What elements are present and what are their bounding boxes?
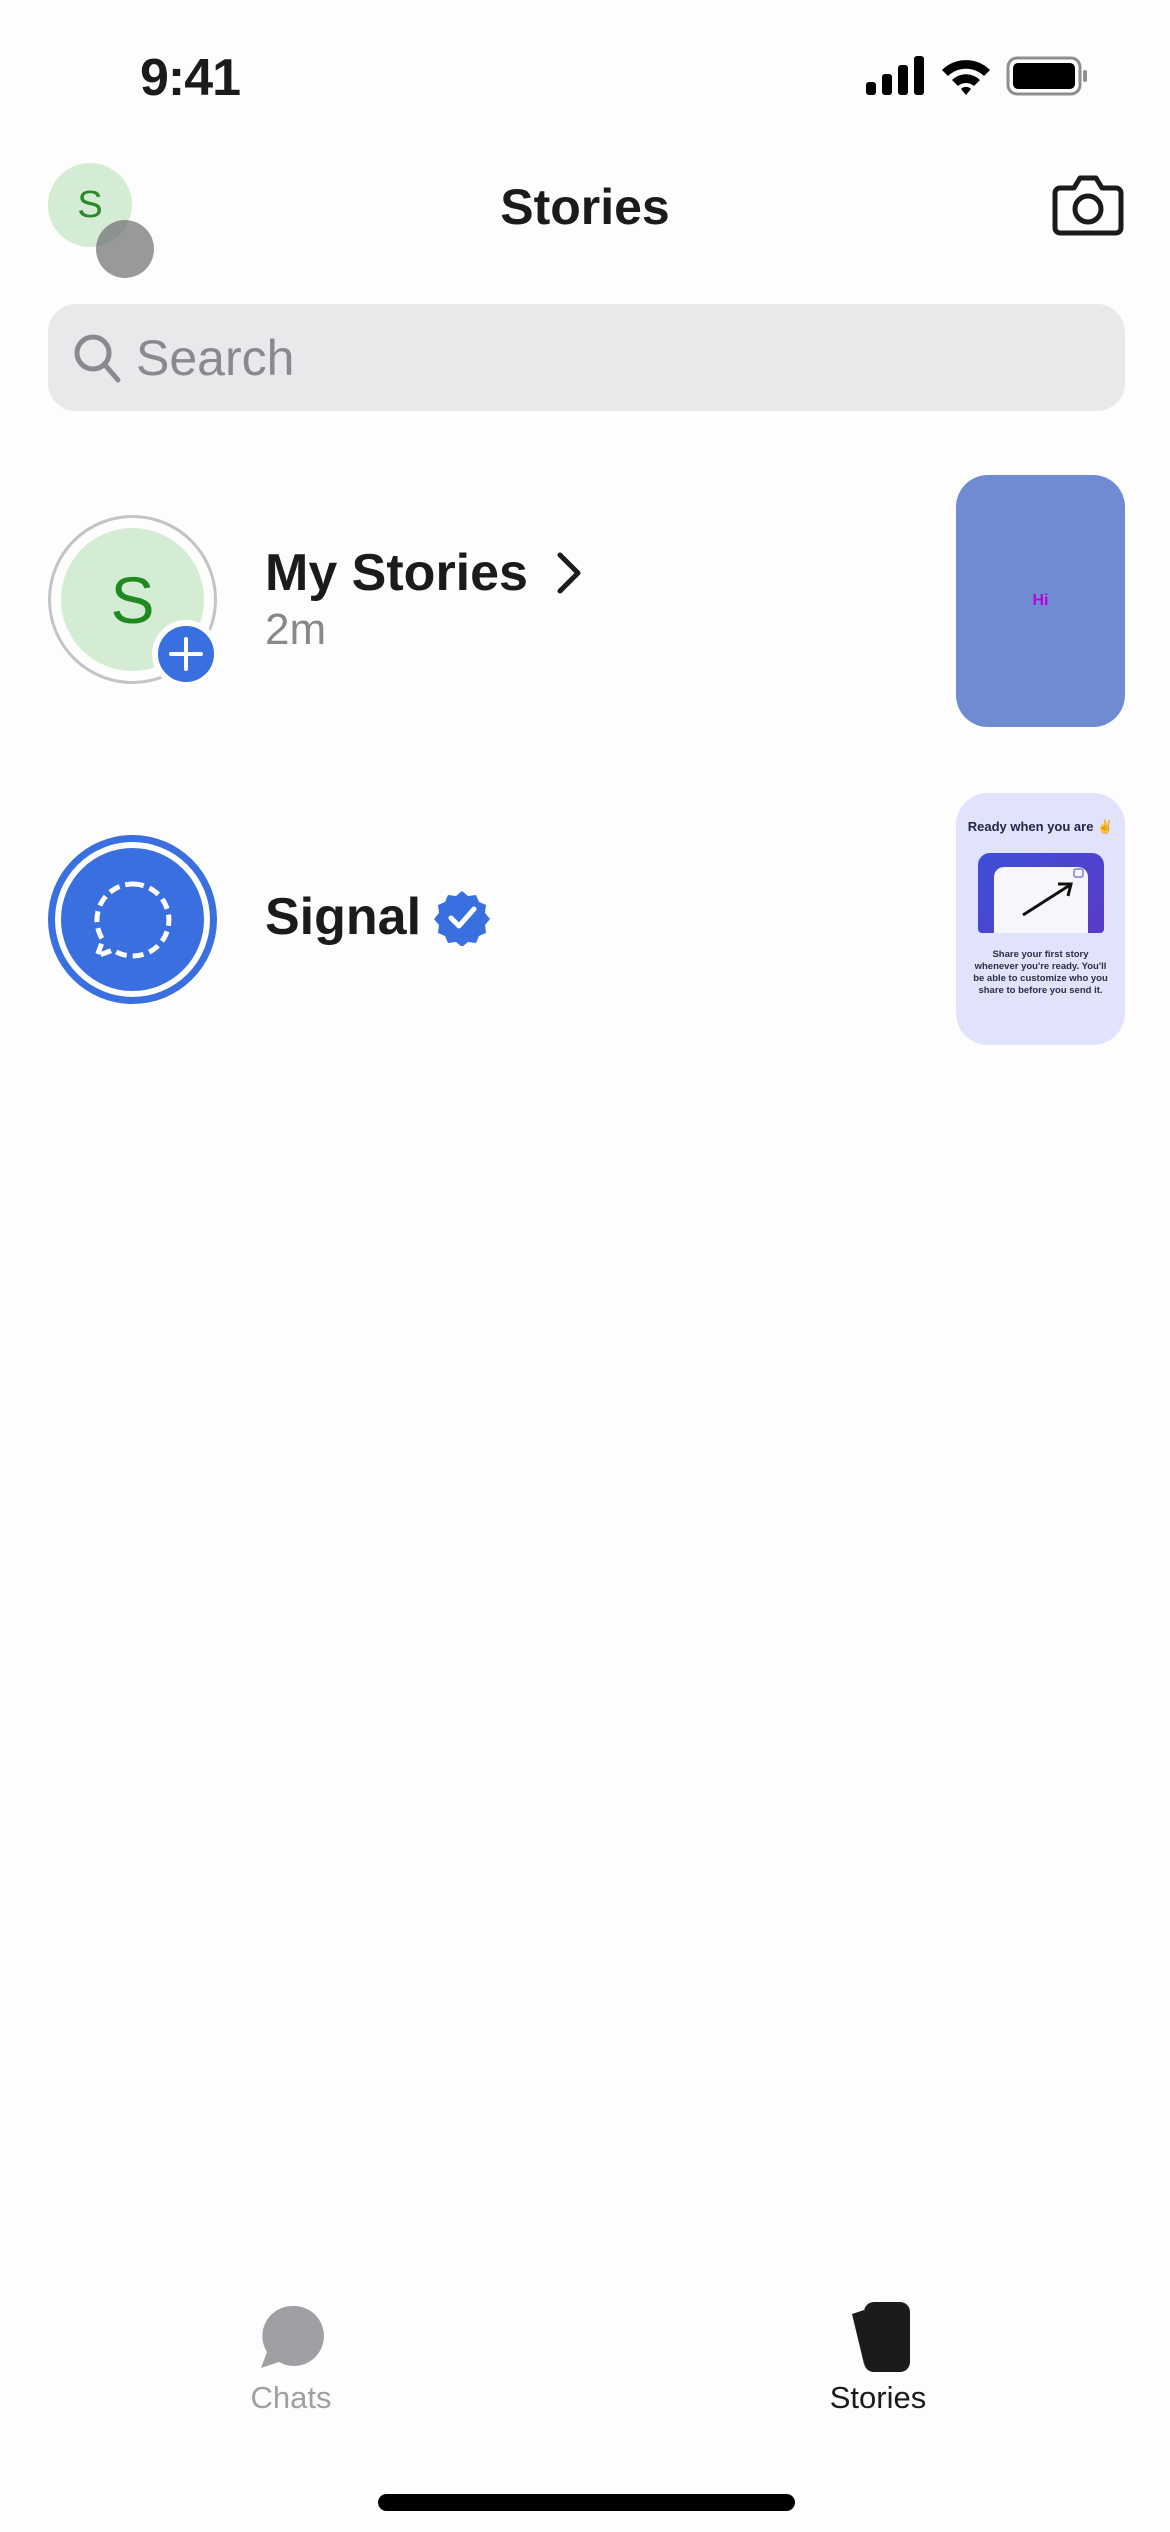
- tab-stories[interactable]: Stories: [778, 2300, 978, 2416]
- tab-chats[interactable]: Chats: [191, 2300, 391, 2416]
- tab-chats-label: Chats: [250, 2380, 332, 2415]
- search-input[interactable]: Search: [48, 304, 1125, 411]
- signal-thumbnail-title: Ready when you are ✌️: [967, 819, 1114, 834]
- signal-thumbnail-body: Share your first story whenever you're r…: [973, 949, 1108, 996]
- signal-title-row: Signal: [265, 887, 491, 947]
- home-indicator[interactable]: [378, 2494, 795, 2511]
- arrow-icon: [1021, 868, 1084, 917]
- signal-title: Signal: [265, 888, 422, 946]
- signal-thumbnail-illustration: [977, 853, 1104, 933]
- add-story-button[interactable]: [152, 620, 220, 688]
- status-icons: [864, 56, 1090, 96]
- signal-logo-icon: [92, 880, 171, 960]
- status-time: 9:41: [140, 49, 241, 107]
- camera-button[interactable]: [1052, 172, 1124, 238]
- signal-story-thumbnail[interactable]: Ready when you are ✌️ Share your first s…: [956, 793, 1125, 1045]
- search-icon: [74, 334, 121, 382]
- verified-badge-icon: [434, 891, 491, 946]
- cellular-signal-icon: [866, 56, 924, 95]
- plus-icon: [169, 637, 203, 671]
- battery-icon: [1006, 56, 1087, 96]
- signal-avatar[interactable]: [48, 835, 217, 1004]
- chat-bubble-icon: [261, 2305, 324, 2368]
- my-stories-avatar-initial: S: [110, 562, 155, 637]
- wifi-icon: [942, 60, 990, 95]
- my-story-thumbnail[interactable]: Hi: [956, 475, 1125, 727]
- my-stories-timestamp: 2m: [265, 605, 327, 654]
- chevron-right-icon: [557, 552, 581, 594]
- camera-icon: [1052, 175, 1124, 236]
- my-stories-title-link[interactable]: My Stories: [265, 543, 590, 603]
- my-story-thumbnail-text: Hi: [1032, 592, 1049, 609]
- my-stories-title: My Stories: [265, 544, 528, 602]
- page-title: Stories: [500, 179, 670, 235]
- stories-icon: [852, 2302, 910, 2372]
- search-placeholder: Search: [136, 329, 295, 386]
- tab-stories-label: Stories: [829, 2380, 927, 2415]
